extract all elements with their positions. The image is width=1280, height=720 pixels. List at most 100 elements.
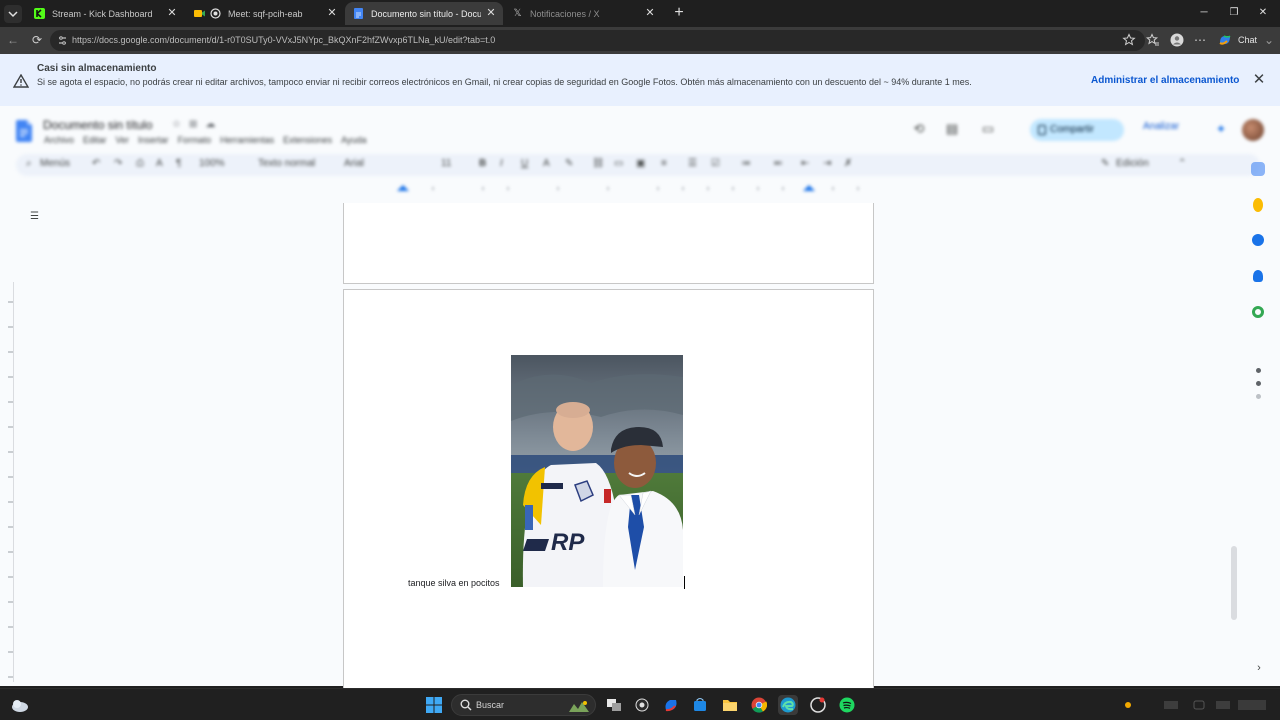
contacts-icon[interactable] bbox=[1253, 270, 1263, 282]
close-icon[interactable]: ✕ bbox=[326, 7, 338, 19]
edge-icon[interactable] bbox=[778, 695, 798, 715]
keep-icon[interactable] bbox=[1253, 198, 1263, 212]
copilot-chat-button[interactable]: Chat bbox=[1218, 32, 1257, 48]
vertical-scrollbar[interactable] bbox=[1231, 546, 1237, 620]
menu-extensiones[interactable]: Extensiones bbox=[283, 135, 332, 145]
editing-mode-icon[interactable]: ✎ bbox=[1101, 158, 1109, 169]
bold-icon[interactable]: B bbox=[479, 158, 486, 169]
chevron-right-icon[interactable]: › bbox=[1253, 662, 1265, 674]
close-icon[interactable]: ✕ bbox=[1251, 72, 1267, 88]
page-nav-dot[interactable] bbox=[1256, 381, 1261, 386]
menu-formato[interactable]: Formato bbox=[178, 135, 212, 145]
document-text[interactable]: tanque silva en pocitos bbox=[408, 578, 500, 588]
minimize-button[interactable]: ─ bbox=[1197, 6, 1211, 20]
undo-icon[interactable]: ↶ bbox=[92, 158, 100, 169]
collapse-toolbar-icon[interactable]: ⌃ bbox=[1178, 158, 1186, 169]
document-outline-icon[interactable]: ☰ bbox=[30, 212, 42, 222]
close-window-button[interactable]: ✕ bbox=[1256, 6, 1270, 20]
menus-label[interactable]: Menús bbox=[40, 158, 70, 169]
highlight-icon[interactable]: ✎ bbox=[565, 158, 573, 169]
menu-insertar[interactable]: Insertar bbox=[138, 135, 169, 145]
avatar[interactable] bbox=[1242, 119, 1264, 141]
text-color-icon[interactable]: A bbox=[543, 158, 550, 169]
tasks-icon[interactable] bbox=[1252, 234, 1264, 246]
search-menus-icon[interactable]: ⌕ bbox=[26, 158, 32, 169]
editing-mode-select[interactable]: Edición bbox=[1116, 158, 1149, 169]
manage-storage-link[interactable]: Administrar el almacenamiento bbox=[1091, 75, 1239, 86]
numbered-list-icon[interactable]: ≕ bbox=[773, 158, 783, 169]
comments-icon[interactable]: ▤ bbox=[944, 122, 960, 136]
link-icon[interactable]: ⛓ bbox=[592, 158, 605, 169]
close-icon[interactable]: ✕ bbox=[485, 7, 497, 19]
menu-herramientas[interactable]: Herramientas bbox=[220, 135, 274, 145]
site-info-icon[interactable] bbox=[57, 35, 68, 46]
document-page[interactable] bbox=[343, 203, 874, 284]
style-select[interactable]: Texto normal bbox=[258, 158, 315, 169]
chrome-icon[interactable] bbox=[749, 695, 769, 715]
title-actions[interactable]: ☆⊞☁ bbox=[172, 119, 223, 130]
page-nav-dot[interactable] bbox=[1256, 394, 1261, 399]
m365-icon[interactable] bbox=[661, 695, 681, 715]
menu-ver[interactable]: Ver bbox=[116, 135, 130, 145]
align-icon[interactable]: ≡ bbox=[661, 158, 667, 169]
close-icon[interactable]: ✕ bbox=[166, 7, 178, 19]
menu-ayuda[interactable]: Ayuda bbox=[341, 135, 366, 145]
game-icon[interactable] bbox=[808, 695, 828, 715]
line-spacing-icon[interactable]: ☰ bbox=[688, 158, 697, 169]
copilot-icon[interactable] bbox=[632, 695, 652, 715]
italic-icon[interactable]: I bbox=[500, 158, 503, 169]
meet-present-icon[interactable]: ▭ bbox=[980, 122, 996, 136]
tab-x[interactable]: 𝕏 Notificaciones / X ✕ bbox=[504, 2, 662, 25]
gemini-spark-icon[interactable]: ✦ bbox=[1214, 122, 1228, 136]
favorites-icon[interactable] bbox=[1146, 33, 1160, 47]
restore-button[interactable]: ❐ bbox=[1227, 6, 1241, 20]
page-nav-dot[interactable] bbox=[1256, 368, 1261, 373]
horizontal-ruler[interactable] bbox=[343, 180, 874, 194]
windows-start-icon[interactable] bbox=[426, 697, 442, 713]
share-button[interactable]: Compartir bbox=[1030, 119, 1124, 141]
bulleted-list-icon[interactable]: ≔ bbox=[741, 158, 751, 169]
document-page[interactable]: RP tanque silva en pocitos bbox=[343, 289, 874, 699]
menu-editar[interactable]: Editar bbox=[83, 135, 107, 145]
store-icon[interactable] bbox=[690, 695, 710, 715]
profile-icon[interactable] bbox=[1170, 33, 1184, 47]
more-options-icon[interactable]: ⋯ bbox=[1193, 33, 1207, 47]
inserted-photo[interactable]: RP bbox=[511, 355, 683, 587]
star-icon[interactable]: ☆ bbox=[172, 119, 189, 130]
vertical-ruler[interactable] bbox=[0, 282, 14, 682]
zoom-select[interactable]: 100% bbox=[199, 158, 225, 169]
calendar-icon[interactable] bbox=[1251, 162, 1265, 176]
cloud-icon[interactable]: ☁ bbox=[205, 119, 223, 130]
print-icon[interactable]: ⎙ bbox=[136, 158, 144, 169]
decrease-indent-icon[interactable]: ⇤ bbox=[801, 158, 809, 169]
chevron-down-icon[interactable]: ⌄ bbox=[1262, 33, 1276, 47]
close-icon[interactable]: ✕ bbox=[644, 7, 656, 19]
gemini-button[interactable]: Analizar bbox=[1143, 121, 1179, 132]
system-tray[interactable] bbox=[1120, 699, 1270, 711]
paint-format-icon[interactable]: ¶ bbox=[176, 158, 181, 169]
document-title[interactable]: Documento sin título bbox=[43, 118, 152, 132]
reload-button[interactable]: ⟳ bbox=[30, 33, 44, 47]
font-select[interactable]: Arial bbox=[344, 158, 364, 169]
spotify-icon[interactable] bbox=[837, 695, 857, 715]
spellcheck-icon[interactable]: A bbox=[156, 158, 163, 169]
add-comment-icon[interactable]: ▭ bbox=[614, 158, 623, 169]
back-button[interactable]: ← bbox=[6, 33, 20, 47]
weather-widget-icon[interactable] bbox=[11, 697, 29, 713]
checklist-icon[interactable]: ☑ bbox=[711, 158, 720, 169]
bookmark-star-icon[interactable] bbox=[1122, 33, 1136, 47]
clear-formatting-icon[interactable]: ✗ bbox=[844, 158, 852, 169]
tab-kick[interactable]: Stream - Kick Dashboard ✕ bbox=[26, 2, 184, 25]
new-tab-button[interactable]: + bbox=[670, 4, 688, 22]
menu-archivo[interactable]: Archivo bbox=[44, 135, 74, 145]
move-icon[interactable]: ⊞ bbox=[189, 119, 205, 130]
address-bar[interactable]: https://docs.google.com/document/d/1-r0T… bbox=[50, 30, 1145, 51]
font-size-input[interactable]: 11 bbox=[441, 158, 451, 169]
tab-search-button[interactable] bbox=[4, 5, 22, 23]
redo-icon[interactable]: ↷ bbox=[114, 158, 122, 169]
underline-icon[interactable]: U bbox=[521, 158, 528, 169]
history-icon[interactable]: ⟲ bbox=[911, 122, 927, 136]
task-view-icon[interactable] bbox=[604, 695, 624, 715]
increase-indent-icon[interactable]: ⇥ bbox=[823, 158, 831, 169]
file-explorer-icon[interactable] bbox=[720, 695, 740, 715]
